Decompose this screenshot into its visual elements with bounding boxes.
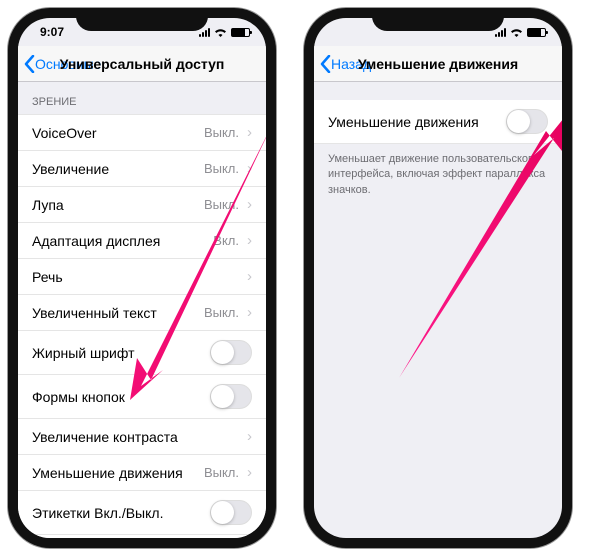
settings-row[interactable]: Адаптация дисплеяВкл. › bbox=[18, 223, 266, 259]
screen-left: 9:07 Основные Универсальный доступ ЗРЕНИ… bbox=[18, 18, 266, 538]
settings-list[interactable]: Уменьшение движения Уменьшает движение п… bbox=[314, 82, 562, 538]
settings-row[interactable]: Увеличение контраста› bbox=[18, 419, 266, 455]
chevron-left-icon bbox=[320, 55, 331, 73]
back-label: Назад bbox=[331, 56, 371, 72]
chevron-left-icon bbox=[24, 55, 35, 73]
cell-value: Выкл. bbox=[204, 125, 243, 140]
battery-icon bbox=[231, 28, 250, 37]
cell-value: Выкл. bbox=[204, 305, 243, 320]
time: 9:07 bbox=[40, 25, 64, 39]
cell-label: Увеличение bbox=[32, 161, 204, 177]
switch-reduce-motion[interactable] bbox=[506, 109, 548, 134]
cell-value: Выкл. bbox=[204, 161, 243, 176]
chevron-right-icon: › bbox=[247, 196, 252, 213]
cell-label: VoiceOver bbox=[32, 125, 204, 141]
settings-row[interactable]: Жирный шрифт bbox=[18, 331, 266, 375]
cell-value: Вкл. bbox=[213, 233, 243, 248]
notch bbox=[76, 8, 208, 31]
chevron-right-icon: › bbox=[247, 428, 252, 445]
back-label: Основные bbox=[35, 56, 101, 72]
switch[interactable] bbox=[210, 384, 252, 409]
cell-value: Выкл. bbox=[204, 197, 243, 212]
settings-row[interactable]: VoiceOverВыкл. › bbox=[18, 114, 266, 151]
cell-label: Уменьшение движения bbox=[32, 465, 204, 481]
chevron-right-icon: › bbox=[247, 160, 252, 177]
settings-row[interactable]: Увеличенный текстВыкл. › bbox=[18, 295, 266, 331]
chevron-right-icon: › bbox=[247, 464, 252, 481]
settings-row[interactable]: УвеличениеВыкл. › bbox=[18, 151, 266, 187]
back-button[interactable]: Назад bbox=[320, 55, 371, 73]
switch[interactable] bbox=[210, 500, 252, 525]
cell-label: Увеличенный текст bbox=[32, 305, 204, 321]
battery-icon bbox=[527, 28, 546, 37]
settings-row[interactable]: Уменьшение движенияВыкл. › bbox=[18, 455, 266, 491]
cell-label: Речь bbox=[32, 269, 243, 285]
cell-label: Лупа bbox=[32, 197, 204, 213]
footer-description: Уменьшает движение пользовательского инт… bbox=[314, 144, 562, 206]
status-icons bbox=[199, 28, 250, 37]
chevron-right-icon: › bbox=[247, 124, 252, 141]
settings-row[interactable]: Face ID и внимание› bbox=[18, 535, 266, 538]
cell-label: Этикетки Вкл./Выкл. bbox=[32, 505, 210, 521]
section-header-vision: ЗРЕНИЕ bbox=[18, 82, 266, 114]
settings-row[interactable]: Этикетки Вкл./Выкл. bbox=[18, 491, 266, 535]
cell-label: Жирный шрифт bbox=[32, 345, 210, 361]
time bbox=[336, 25, 339, 39]
cell-label: Уменьшение движения bbox=[328, 114, 506, 130]
row-reduce-motion[interactable]: Уменьшение движения bbox=[314, 100, 562, 144]
screen-right: Назад Уменьшение движения Уменьшение дви… bbox=[314, 18, 562, 538]
nav-bar: Назад Уменьшение движения bbox=[314, 46, 562, 82]
back-button[interactable]: Основные bbox=[24, 55, 101, 73]
cell-label: Адаптация дисплея bbox=[32, 233, 213, 249]
status-icons bbox=[495, 28, 546, 37]
chevron-right-icon: › bbox=[247, 304, 252, 321]
phone-left: 9:07 Основные Универсальный доступ ЗРЕНИ… bbox=[8, 8, 276, 548]
settings-row[interactable]: ЛупаВыкл. › bbox=[18, 187, 266, 223]
settings-row[interactable]: Формы кнопок bbox=[18, 375, 266, 419]
wifi-icon bbox=[214, 28, 227, 37]
chevron-right-icon: › bbox=[247, 268, 252, 285]
phone-right: Назад Уменьшение движения Уменьшение дви… bbox=[304, 8, 572, 548]
cell-label: Формы кнопок bbox=[32, 389, 210, 405]
settings-row[interactable]: Речь› bbox=[18, 259, 266, 295]
notch bbox=[372, 8, 504, 31]
wifi-icon bbox=[510, 28, 523, 37]
switch[interactable] bbox=[210, 340, 252, 365]
cell-value: Выкл. bbox=[204, 465, 243, 480]
cell-label: Увеличение контраста bbox=[32, 429, 243, 445]
chevron-right-icon: › bbox=[247, 232, 252, 249]
nav-bar: Основные Универсальный доступ bbox=[18, 46, 266, 82]
settings-list[interactable]: ЗРЕНИЕ VoiceOverВыкл.›УвеличениеВыкл.›Лу… bbox=[18, 82, 266, 538]
